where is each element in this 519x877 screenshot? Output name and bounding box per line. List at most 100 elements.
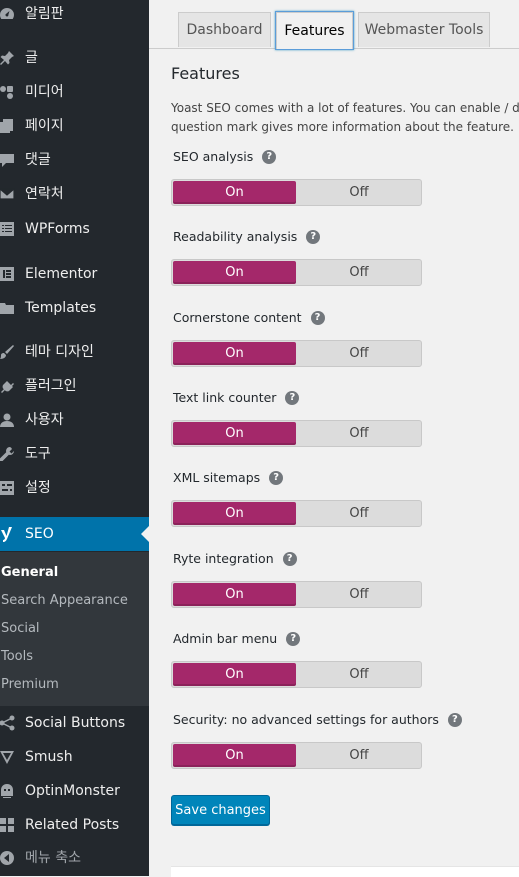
monster-icon — [0, 782, 16, 800]
menu-item-media[interactable]: 미디어 — [0, 75, 149, 109]
yoast-icon — [0, 525, 16, 543]
menu-label: 페이지 — [25, 118, 64, 134]
menu-label: SEO — [25, 526, 54, 542]
menu-label: 댓글 — [25, 152, 51, 168]
next-panel — [171, 866, 519, 877]
feature-label-admin-bar-menu: Admin bar menu ? — [173, 631, 301, 646]
toggle-on-option[interactable]: On — [173, 663, 296, 686]
toggle-on-option[interactable]: On — [173, 342, 296, 365]
help-icon[interactable]: ? — [310, 310, 325, 325]
menu-item-posts[interactable]: 글 — [0, 41, 149, 75]
feature-name: XML sitemaps — [173, 470, 261, 485]
toggle-off-option[interactable]: Off — [298, 583, 420, 606]
menu-label: 글 — [25, 50, 38, 66]
submenu-item-tools[interactable]: Tools — [1, 647, 33, 667]
help-icon[interactable]: ? — [447, 712, 462, 727]
menu-item-plugins[interactable]: 플러그인 — [0, 369, 149, 403]
toggle-off-option[interactable]: Off — [298, 663, 420, 686]
toggle-off-option[interactable]: Off — [298, 502, 420, 525]
menu-label: 사용자 — [25, 412, 64, 428]
feature-label-xml-sitemaps: XML sitemaps ? — [173, 470, 284, 485]
menu-item-users[interactable]: 사용자 — [0, 403, 149, 437]
tab-dashboard[interactable]: Dashboard — [178, 12, 271, 47]
toggle-on-option[interactable]: On — [173, 583, 296, 606]
submenu-item-social[interactable]: Social — [1, 619, 40, 639]
menu-item-comments[interactable]: 댓글 — [0, 143, 149, 177]
menu-label: 알림판 — [25, 6, 64, 22]
toggle-on-option[interactable]: On — [173, 181, 296, 204]
menu-item-social-buttons[interactable]: Social Buttons — [0, 706, 149, 740]
folder-icon — [0, 299, 16, 317]
menu-item-templates[interactable]: Templates — [0, 291, 149, 325]
menu-item-settings[interactable]: 설정 — [0, 471, 149, 505]
toggle-on-option[interactable]: On — [173, 261, 296, 284]
section-title: Features — [171, 64, 240, 83]
toggle-text-link-counter: On Off — [171, 420, 422, 447]
seo-submenu: General Search Appearance Social Tools P… — [0, 552, 149, 706]
pin-icon — [0, 49, 16, 67]
help-icon[interactable]: ? — [285, 390, 300, 405]
smush-icon — [0, 748, 16, 766]
toggle-on-option[interactable]: On — [173, 744, 296, 767]
media-icon — [0, 83, 16, 101]
menu-item-optinmonster[interactable]: OptinMonster — [0, 774, 149, 808]
help-icon[interactable]: ? — [306, 229, 321, 244]
menu-item-elementor[interactable]: Elementor — [0, 257, 149, 291]
toggle-off-option[interactable]: Off — [298, 422, 420, 445]
submenu-item-premium[interactable]: Premium — [1, 675, 59, 695]
feature-name: Cornerstone content — [173, 310, 302, 325]
feature-label-seo-analysis: SEO analysis ? — [173, 149, 277, 164]
menu-label: Related Posts — [25, 817, 120, 833]
menu-item-appearance[interactable]: 테마 디자인 — [0, 335, 149, 369]
comments-icon — [0, 151, 16, 169]
menu-item-smush[interactable]: Smush — [0, 740, 149, 774]
grid-icon — [0, 816, 16, 834]
wrench-icon — [0, 445, 16, 463]
help-icon[interactable]: ? — [286, 631, 301, 646]
feature-label-readability-analysis: Readability analysis ? — [173, 229, 321, 244]
menu-label: 메뉴 축소 — [25, 850, 81, 866]
help-icon[interactable]: ? — [262, 149, 277, 164]
submenu-item-general[interactable]: General — [1, 563, 58, 583]
toggle-ryte-integration: On Off — [171, 581, 422, 608]
menu-item-contact[interactable]: 연락처 — [0, 177, 149, 211]
pages-icon — [0, 117, 16, 135]
menu-label: 플러그인 — [25, 378, 77, 394]
help-icon[interactable]: ? — [269, 470, 284, 485]
tab-webmaster-tools[interactable]: Webmaster Tools — [358, 12, 490, 47]
description-line: Yoast SEO comes with a lot of features. … — [171, 101, 519, 115]
toggle-off-option[interactable]: Off — [298, 261, 420, 284]
toggle-off-option[interactable]: Off — [298, 342, 420, 365]
feature-name: Ryte integration — [173, 551, 274, 566]
settings-icon — [0, 479, 16, 497]
menu-item-pages[interactable]: 페이지 — [0, 109, 149, 143]
toggle-seo-analysis: On Off — [171, 179, 422, 206]
tab-features[interactable]: Features — [276, 12, 353, 49]
section-description: Yoast SEO comes with a lot of features. … — [171, 99, 519, 137]
menu-item-tools[interactable]: 도구 — [0, 437, 149, 471]
save-changes-button[interactable]: Save changes — [171, 795, 270, 825]
collapse-icon — [0, 849, 16, 867]
toggle-on-option[interactable]: On — [173, 422, 296, 445]
submenu-item-search-appearance[interactable]: Search Appearance — [1, 591, 128, 611]
help-icon[interactable]: ? — [282, 551, 297, 566]
toggle-readability-analysis: On Off — [171, 259, 422, 286]
forms-icon — [0, 220, 16, 238]
toggle-off-option[interactable]: Off — [298, 744, 420, 767]
brush-icon — [0, 343, 16, 361]
menu-label: 연락처 — [25, 186, 64, 202]
collapse-menu-button[interactable]: 메뉴 축소 — [0, 841, 149, 875]
elementor-icon — [0, 265, 16, 283]
plugin-icon — [0, 377, 16, 395]
menu-item-related-posts[interactable]: Related Posts — [0, 808, 149, 842]
user-icon — [0, 411, 16, 429]
menu-item-wpforms[interactable]: WPForms — [0, 212, 149, 246]
menu-item-seo[interactable]: SEO — [0, 517, 149, 551]
toggle-on-option[interactable]: On — [173, 502, 296, 525]
mail-icon — [0, 185, 16, 203]
toggle-off-option[interactable]: Off — [298, 181, 420, 204]
menu-label: Elementor — [25, 266, 98, 282]
menu-item-dashboard[interactable]: 알림판 — [0, 0, 149, 31]
feature-label-ryte-integration: Ryte integration ? — [173, 551, 297, 566]
menu-label: Social Buttons — [25, 715, 126, 731]
